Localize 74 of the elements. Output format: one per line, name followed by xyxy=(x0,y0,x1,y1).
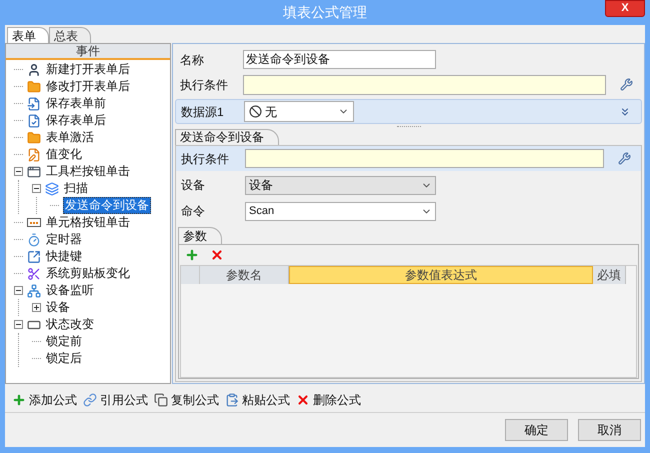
tree-item[interactable]: 表单激活 xyxy=(45,130,95,145)
tree-item[interactable]: 扫描 xyxy=(63,181,89,196)
device-icon xyxy=(27,284,41,298)
dialog-button[interactable]: 确定 xyxy=(505,419,568,441)
field-label: 设备 xyxy=(181,177,206,194)
condition-field[interactable] xyxy=(243,74,606,94)
add-icon[interactable] xyxy=(185,248,199,262)
tab[interactable]: 参数 xyxy=(178,227,222,244)
wand-icon[interactable] xyxy=(618,152,631,165)
column-header: 事件 xyxy=(6,44,170,60)
tree-item[interactable]: 设备监听 xyxy=(45,283,95,298)
collapse-icon[interactable] xyxy=(14,167,23,176)
delete-icon[interactable] xyxy=(210,248,224,262)
tree-item[interactable]: 定时器 xyxy=(45,232,83,247)
tree-item[interactable]: 状态改变 xyxy=(45,317,95,332)
close-button[interactable]: X xyxy=(605,0,645,17)
wand-icon[interactable] xyxy=(620,78,633,91)
column-header[interactable]: 参数值表达式 xyxy=(289,266,593,284)
expand-icon[interactable] xyxy=(32,303,41,312)
none-icon xyxy=(249,105,262,118)
column-header[interactable]: 参数名 xyxy=(200,266,289,284)
tree-item[interactable]: 设备 xyxy=(45,300,71,315)
toolbar-button[interactable]: 引用公式 xyxy=(83,391,148,409)
paste-icon xyxy=(225,393,239,407)
collapse-icon[interactable] xyxy=(14,320,23,329)
delete-icon xyxy=(296,393,310,407)
timer-icon xyxy=(27,232,41,246)
tree-item[interactable]: 工具栏按钮单击 xyxy=(45,164,131,179)
cell-button-icon xyxy=(27,218,41,227)
folder-icon xyxy=(27,80,41,94)
command-dropdown[interactable]: Scan xyxy=(245,202,436,220)
field-label: 执行条件 xyxy=(180,76,229,94)
tree-item[interactable]: 修改打开表单后 xyxy=(45,79,131,94)
scissors-icon xyxy=(27,266,41,280)
datasource-dropdown[interactable]: 无 xyxy=(244,101,354,122)
toolbar-button[interactable]: 删除公式 xyxy=(296,391,361,409)
tree-item[interactable]: 值变化 xyxy=(45,147,83,162)
tree-item[interactable]: 锁定后 xyxy=(45,351,83,366)
dialog-button[interactable]: 取消 xyxy=(578,419,641,441)
tab[interactable]: 总表 xyxy=(49,27,91,43)
link-icon xyxy=(83,393,97,407)
column-header[interactable]: 必填 xyxy=(593,266,626,284)
window-title: 填表公式管理 xyxy=(283,3,367,22)
field-label: 执行条件 xyxy=(181,150,230,168)
field-label: 名称 xyxy=(180,52,205,68)
copy-icon xyxy=(154,393,168,407)
tree-item[interactable]: 保存表单前 xyxy=(45,96,107,111)
tree-item[interactable]: 单元格按钮单击 xyxy=(45,215,131,230)
tree-item[interactable]: 系统剪贴板变化 xyxy=(45,266,131,281)
tree-item[interactable]: 快捷键 xyxy=(45,249,83,264)
tree-item[interactable]: 发送命令到设备 xyxy=(63,197,151,214)
edit-document-icon xyxy=(27,148,41,162)
person-icon xyxy=(27,62,41,76)
folder-icon xyxy=(27,130,41,144)
shortcut-icon xyxy=(27,250,41,264)
document-icon xyxy=(27,96,41,110)
plus-icon xyxy=(12,393,26,407)
toolbar-button[interactable]: 粘贴公式 xyxy=(225,391,290,409)
collapse-icon[interactable] xyxy=(32,184,41,193)
field-label: 命令 xyxy=(181,203,206,220)
toolbar-button[interactable]: 复制公式 xyxy=(154,391,219,409)
collapse-icon[interactable] xyxy=(14,286,23,295)
toolbar-button[interactable]: 添加公式 xyxy=(12,391,77,409)
tree-item[interactable]: 锁定前 xyxy=(45,334,83,349)
field-label: 数据源1 xyxy=(181,104,225,120)
layers-icon xyxy=(45,182,59,196)
tree-item[interactable]: 保存表单后 xyxy=(45,113,107,128)
window-icon xyxy=(27,164,41,178)
tab[interactable]: 表单 xyxy=(7,27,49,43)
document-icon xyxy=(27,114,41,128)
tab[interactable]: 发送命令到设备 xyxy=(175,129,279,145)
condition-field[interactable] xyxy=(245,149,604,168)
tree-item[interactable]: 新建打开表单后 xyxy=(45,62,131,77)
name-field[interactable]: 发送命令到设备 xyxy=(243,50,436,69)
